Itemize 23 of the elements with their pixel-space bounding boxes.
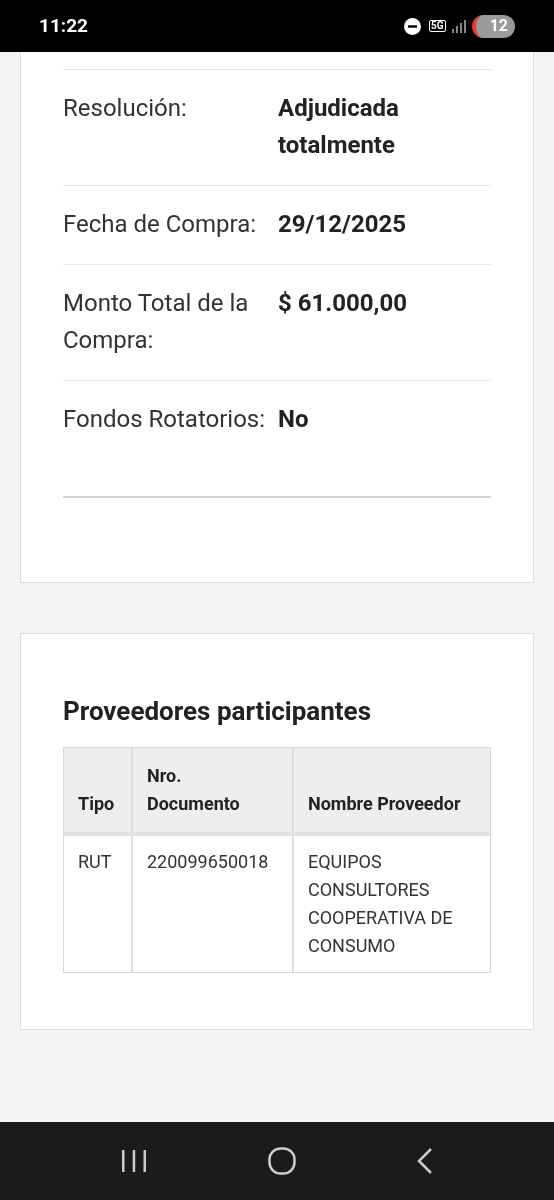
network-type: 5G <box>429 20 446 32</box>
table-cell-text: RUT <box>77 850 113 874</box>
column-header: Nro. Documento <box>131 748 292 832</box>
detail-value: 29/12/2025 <box>278 209 407 240</box>
detail-value: Adjudicada totalmente <box>278 93 400 161</box>
signal-icon <box>451 19 466 33</box>
column-header: Nombre Proveedor <box>292 748 490 832</box>
back-icon[interactable] <box>417 1148 434 1174</box>
clock: 11:22 <box>39 12 88 39</box>
detail-label: Fondos Rotatorios: <box>63 404 267 435</box>
home-icon[interactable] <box>268 1147 296 1175</box>
detail-label: Fecha de Compra: <box>63 209 258 240</box>
detail-value: $ 61.000,00 <box>278 288 408 319</box>
table-cell: 220099650018 <box>131 836 292 972</box>
detail-value: No <box>278 404 310 435</box>
column-header: Tipo <box>77 792 116 816</box>
do-not-disturb-icon <box>404 17 422 35</box>
table-cell: EQUIPOS CONSULTORES COOPERATIVA DE CONSUMO <box>292 836 490 972</box>
battery-indicator: 12 <box>471 14 515 38</box>
detail-label: Monto Total de la Compra: <box>63 288 250 356</box>
section-title: Proveedores participantes <box>63 695 373 728</box>
recent-apps-icon[interactable] <box>120 1150 147 1172</box>
detail-label: Resolución: <box>63 93 188 124</box>
